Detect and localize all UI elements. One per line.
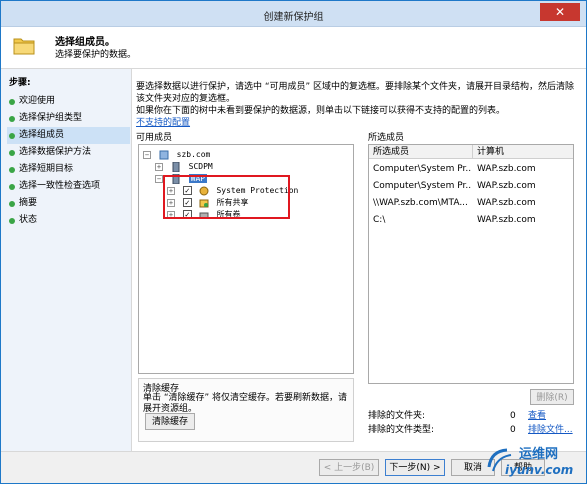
- view-excluded-link[interactable]: 查看: [528, 409, 546, 423]
- table-row[interactable]: \\WAP.szb.com\MTA... WAP.szb.com: [369, 195, 573, 212]
- excluded-folders-row: 排除的文件夹: 0 查看: [368, 409, 578, 423]
- remove-button[interactable]: 删除(R): [530, 389, 574, 405]
- step-label: 选择短期目标: [19, 164, 74, 174]
- step-bullet-icon: [9, 116, 15, 122]
- collapse-icon[interactable]: −: [143, 150, 151, 159]
- table-row[interactable]: Computer\System Pr... WAP.szb.com: [369, 161, 573, 178]
- wizard-header: 选择组成员。 选择要保护的数据。: [1, 27, 586, 69]
- expand-icon[interactable]: +: [155, 162, 163, 171]
- step-bullet-icon: [9, 184, 15, 190]
- instructions: 要选择数据以进行保护，请选中 “可用成员” 区域中的复选框。要排除某个文件夹，请…: [136, 81, 576, 117]
- title-bar: 创建新保护组 ✕: [1, 1, 586, 27]
- step-item-welcome[interactable]: 欢迎使用: [7, 93, 130, 110]
- step-label: 摘要: [19, 198, 38, 208]
- tree-node-domain[interactable]: − szb.com: [143, 149, 210, 161]
- clear-cache-button[interactable]: 清除缓存: [145, 413, 195, 430]
- exclusions-summary: 排除的文件夹: 0 查看 排除的文件类型: 0 排除文件...: [368, 409, 578, 437]
- step-bullet-icon: [9, 201, 15, 207]
- step-label: 选择数据保护方法: [19, 147, 92, 157]
- step-label: 选择一致性检查选项: [19, 181, 101, 191]
- excluded-folders-label: 排除的文件夹:: [368, 411, 426, 421]
- available-members-label: 可用成员: [136, 133, 173, 143]
- step-label: 选择组成员: [19, 130, 65, 140]
- table-row[interactable]: Computer\System Pr... WAP.szb.com: [369, 178, 573, 195]
- table-row[interactable]: C:\ WAP.szb.com: [369, 212, 573, 229]
- page-subtitle: 选择要保护的数据。: [55, 50, 137, 60]
- main-panel: 要选择数据以进行保护，请选中 “可用成员” 区域中的复选框。要排除某个文件夹，请…: [132, 69, 586, 451]
- excluded-types-row: 排除的文件类型: 0 排除文件...: [368, 423, 578, 437]
- step-label: 欢迎使用: [19, 96, 56, 106]
- step-item-short-term-goals[interactable]: 选择短期目标: [7, 161, 130, 178]
- previous-button[interactable]: < 上一步(B): [319, 459, 379, 476]
- tree-node-scdpm[interactable]: + SCDPM: [155, 161, 213, 173]
- step-bullet-icon: [9, 133, 15, 139]
- member-cell: \\WAP.szb.com\MTA...: [373, 198, 468, 208]
- step-bullet-icon: [9, 150, 15, 156]
- watermark-line1: 运维网: [519, 447, 559, 462]
- instructions-line: 该文件夹对应的复选框。: [136, 94, 236, 104]
- step-bullet-icon: [9, 167, 15, 173]
- next-button[interactable]: 下一步(N) >: [385, 459, 445, 476]
- selected-members-label: 所选成员: [368, 133, 405, 143]
- column-header-member[interactable]: 所选成员: [369, 145, 473, 159]
- computer-cell: WAP.szb.com: [477, 198, 536, 208]
- excluded-types-label: 排除的文件类型:: [368, 425, 435, 435]
- window-title: 创建新保护组: [263, 12, 324, 23]
- steps-heading: 步骤:: [9, 78, 31, 88]
- step-item-summary[interactable]: 摘要: [7, 195, 130, 212]
- clear-cache-description: 单击 “清除缓存” 将仅清空缓存。若要刷新数据，请展开资源组。: [143, 393, 348, 414]
- member-cell: Computer\System Pr...: [373, 164, 471, 174]
- site-watermark: 运维网 iyunv.com: [481, 441, 587, 483]
- close-button[interactable]: ✕: [540, 3, 580, 21]
- instructions-line: 要选择数据以进行保护，请选中 “可用成员” 区域中的复选框。要排除某个文件夹，请…: [136, 82, 575, 92]
- instructions-line: 如果你在下面的树中未看到要保护的数据源，则单击以下链接可以获得不支持的配置的列表…: [136, 106, 506, 116]
- step-item-status[interactable]: 状态: [7, 212, 130, 229]
- step-bullet-icon: [9, 99, 15, 105]
- step-item-consistency-check[interactable]: 选择一致性检查选项: [7, 178, 130, 195]
- steps-list: 欢迎使用 选择保护组类型 选择组成员 选择数据保护方法 选择短期目标 选择一致性…: [7, 93, 130, 229]
- computer-cell: WAP.szb.com: [477, 215, 536, 225]
- folder-icon: [13, 38, 35, 55]
- exclude-files-link[interactable]: 排除文件...: [528, 423, 573, 437]
- collapse-icon[interactable]: −: [155, 174, 163, 183]
- clear-cache-group: 清除缓存 单击 “清除缓存” 将仅清空缓存。若要刷新数据，请展开资源组。 清除缓…: [138, 378, 354, 442]
- member-cell: Computer\System Pr...: [373, 181, 471, 191]
- member-cell: C:\: [373, 215, 386, 225]
- step-item-group-type[interactable]: 选择保护组类型: [7, 110, 130, 127]
- computer-cell: WAP.szb.com: [477, 181, 536, 191]
- column-header-computer[interactable]: 计算机: [473, 145, 573, 159]
- steps-sidebar: 步骤: 欢迎使用 选择保护组类型 选择组成员 选择数据保护方法 选择短期目标 选…: [1, 69, 132, 451]
- page-title: 选择组成员。: [55, 37, 115, 48]
- tree-node-label: SCDPM: [188, 162, 213, 171]
- excluded-folders-count: 0: [510, 411, 516, 421]
- domain-icon: [159, 150, 169, 159]
- selected-members-table[interactable]: 所选成员 计算机 Computer\System Pr... WAP.szb.c…: [368, 144, 574, 384]
- step-item-group-members[interactable]: 选择组成员: [7, 127, 130, 144]
- step-label: 状态: [19, 215, 38, 225]
- tree-node-label: szb.com: [176, 150, 211, 159]
- step-item-protection-method[interactable]: 选择数据保护方法: [7, 144, 130, 161]
- highlight-box: [163, 175, 290, 219]
- computer-cell: WAP.szb.com: [477, 164, 536, 174]
- server-icon: [172, 161, 180, 172]
- dialog-window: 创建新保护组 ✕ 选择组成员。 选择要保护的数据。 步骤: 欢迎使用 选择保护组…: [0, 0, 587, 484]
- watermark-line2: iyunv.com: [505, 463, 574, 477]
- excluded-types-count: 0: [510, 425, 516, 435]
- unsupported-config-link[interactable]: 不支持的配置: [136, 115, 190, 128]
- step-bullet-icon: [9, 218, 15, 224]
- step-label: 选择保护组类型: [19, 113, 83, 123]
